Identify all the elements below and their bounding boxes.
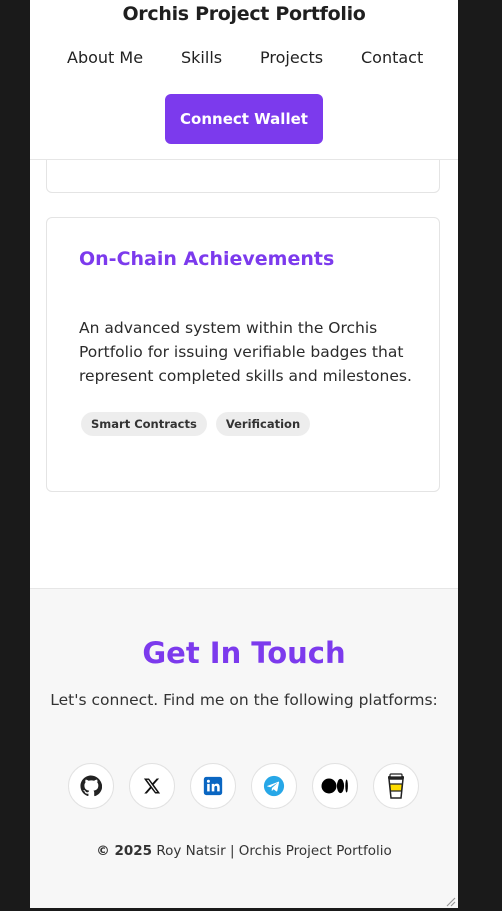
x-link[interactable] bbox=[129, 763, 175, 809]
nav-contact[interactable]: Contact bbox=[361, 48, 423, 67]
contact-section: Get In Touch Let's connect. Find me on t… bbox=[30, 588, 458, 908]
nav-skills[interactable]: Skills bbox=[181, 48, 222, 67]
project-title: On-Chain Achievements bbox=[79, 248, 335, 270]
tag-verification: Verification bbox=[215, 412, 311, 436]
nav-projects[interactable]: Projects bbox=[260, 48, 323, 67]
github-icon bbox=[80, 775, 102, 797]
copyright-year: © 2025 bbox=[96, 843, 153, 859]
linkedin-link[interactable] bbox=[190, 763, 236, 809]
tag-smart-contracts: Smart Contracts bbox=[81, 412, 207, 436]
copyright-text: Roy Natsir | Orchis Project Portfolio bbox=[152, 843, 392, 859]
project-card: On-Chain Achievements An advanced system… bbox=[46, 217, 440, 492]
social-links bbox=[68, 763, 420, 809]
page-frame: On-Chain Achievements An advanced system… bbox=[30, 0, 458, 908]
contact-subtitle: Let's connect. Find me on the following … bbox=[50, 691, 438, 709]
github-link[interactable] bbox=[68, 763, 114, 809]
project-tags: Smart Contracts Verification bbox=[81, 412, 311, 436]
resize-handle-icon[interactable] bbox=[444, 895, 456, 907]
project-description: An advanced system within the Orchis Por… bbox=[79, 319, 412, 385]
x-icon bbox=[143, 778, 161, 794]
medium-icon bbox=[321, 778, 348, 794]
connect-wallet-button[interactable]: Connect Wallet bbox=[165, 94, 323, 144]
contact-title: Get In Touch bbox=[142, 636, 346, 670]
linkedin-icon bbox=[203, 776, 223, 796]
main-nav: About Me Skills Projects Contact bbox=[30, 48, 458, 70]
coffee-icon bbox=[388, 773, 404, 799]
site-title: Orchis Project Portfolio bbox=[122, 3, 366, 25]
telegram-link[interactable] bbox=[251, 763, 297, 809]
site-header: Orchis Project Portfolio About Me Skills… bbox=[30, 0, 458, 160]
telegram-icon bbox=[263, 775, 285, 797]
footer-copyright: © 2025 Roy Natsir | Orchis Project Portf… bbox=[30, 843, 458, 859]
nav-about-me[interactable]: About Me bbox=[67, 48, 143, 67]
medium-link[interactable] bbox=[312, 763, 358, 809]
buy-me-a-coffee-link[interactable] bbox=[373, 763, 419, 809]
